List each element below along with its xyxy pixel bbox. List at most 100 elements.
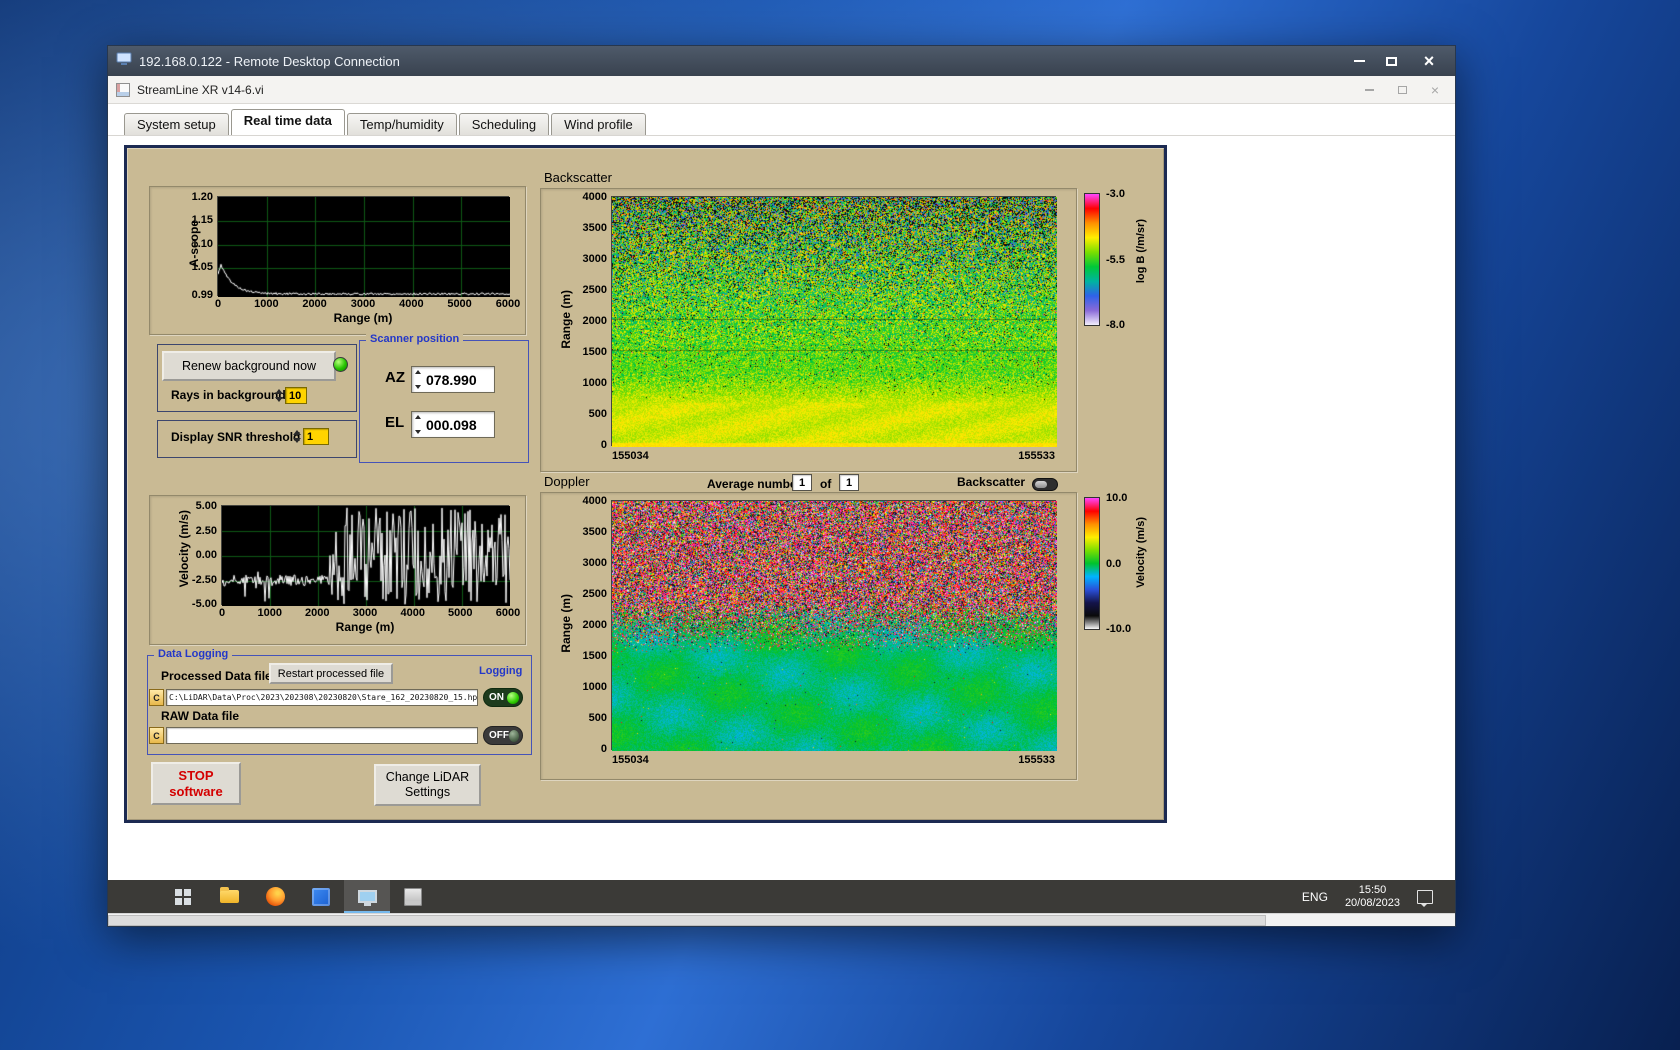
doppler-y-axis-label: Range (m) — [559, 594, 573, 653]
change-lidar-settings-button[interactable]: Change LiDAR Settings — [374, 764, 481, 806]
average-of-field[interactable]: 1 — [839, 474, 859, 491]
taskbar-firefox[interactable] — [252, 880, 298, 913]
tab-real-time-data[interactable]: Real time data — [230, 109, 345, 135]
taskbar-scan-app[interactable] — [390, 880, 436, 913]
el-value-field[interactable]: 000.098 — [411, 411, 495, 438]
rdp-window: 192.168.0.122 - Remote Desktop Connectio… — [107, 45, 1456, 927]
clock-time: 15:50 — [1358, 883, 1387, 896]
rdp-titlebar[interactable]: 192.168.0.122 - Remote Desktop Connectio… — [108, 46, 1455, 76]
spin-down-icon[interactable] — [275, 397, 283, 402]
app-restore-button[interactable] — [1397, 86, 1407, 94]
off-label: OFF — [489, 730, 509, 741]
minimize-icon — [1364, 89, 1374, 91]
blue-app-icon — [312, 887, 330, 906]
az-value: 078.990 — [426, 371, 477, 388]
change-line2: Settings — [404, 785, 451, 799]
spin-up-icon[interactable] — [415, 415, 421, 419]
raw-logging-toggle[interactable]: OFF — [483, 726, 523, 745]
rdp-icon — [116, 52, 132, 71]
notification-center-icon[interactable] — [1417, 889, 1433, 907]
app-titlebar[interactable]: StreamLine XR v14-6.vi × — [108, 76, 1455, 104]
processed-path-field[interactable]: C:\LiDAR\Data\Proc\2023\202308\20230820\… — [166, 689, 478, 706]
spin-down-icon[interactable] — [293, 438, 301, 443]
raw-data-file-label: RAW Data file — [161, 709, 240, 723]
rdp-maximize-button[interactable] — [1375, 46, 1407, 76]
app-minimize-button[interactable] — [1364, 89, 1374, 91]
spin-up-icon[interactable] — [293, 430, 301, 435]
rdp-minimize-button[interactable] — [1343, 46, 1375, 76]
snr-value-field[interactable]: 1 — [303, 428, 329, 445]
ascope-plot: 1.20 1.15 1.10 1.05 0.99 0 1000 2000 3000 4000 50… — [192, 191, 521, 310]
processed-drive-badge[interactable]: C — [149, 689, 164, 706]
on-label: ON — [489, 692, 504, 703]
processed-logging-toggle[interactable]: ON — [483, 688, 523, 707]
scrollbar-thumb[interactable] — [108, 915, 1267, 926]
ascope-y-axis-label: A-scope — [187, 220, 201, 268]
az-label: AZ — [385, 369, 405, 386]
doppler-title: Doppler — [544, 474, 590, 489]
tab-scheduling[interactable]: Scheduling — [458, 113, 550, 135]
app-title: StreamLine XR v14-6.vi — [137, 82, 264, 97]
backscatter-toggle-switch[interactable] — [1032, 478, 1058, 491]
scanner-position-group: Scanner position — [359, 333, 529, 463]
doppler-colorbar: 10.0 0.0 -10.0 — [1084, 492, 1131, 635]
folder-icon — [219, 887, 239, 903]
tab-wind-profile[interactable]: Wind profile — [551, 113, 646, 135]
tab-temp-humidity[interactable]: Temp/humidity — [346, 113, 457, 135]
app-close-button[interactable]: × — [1431, 83, 1439, 97]
firefox-icon — [265, 887, 285, 906]
rdp-close-button[interactable]: × — [1407, 46, 1451, 76]
of-label: of — [820, 477, 832, 491]
tab-system-setup[interactable]: System setup — [124, 113, 229, 135]
az-spinner[interactable] — [413, 368, 423, 391]
backscatter-title: Backscatter — [544, 170, 612, 185]
stop-software-button[interactable]: STOP software — [151, 762, 241, 805]
velocity-x-axis-label: Range (m) — [335, 620, 395, 634]
el-value: 000.098 — [426, 416, 477, 433]
average-number-label: Average number — [707, 477, 802, 491]
processed-data-file-label: Processed Data file — [161, 669, 272, 683]
taskbar-app-blue[interactable] — [298, 880, 344, 913]
stop-line2: software — [169, 783, 223, 799]
background-led-indicator — [333, 357, 348, 372]
led-off-icon — [509, 729, 519, 742]
monitor-icon — [357, 890, 377, 906]
taskbar-clock[interactable]: 15:50 20/08/2023 — [1345, 884, 1400, 910]
change-line1: Change LiDAR — [385, 770, 470, 784]
scan-app-icon — [404, 887, 422, 906]
doppler-heatmap: 4000 3500 3000 2500 2000 1500 1000 500 0 155034 … — [583, 495, 1057, 766]
taskbar-streamline-app[interactable] — [344, 880, 390, 913]
horizontal-scrollbar[interactable] — [108, 913, 1455, 926]
el-spinner[interactable] — [413, 413, 423, 436]
scanner-position-title: Scanner position — [366, 333, 464, 345]
rays-value-field[interactable]: 10 — [285, 387, 307, 404]
az-value-field[interactable]: 078.990 — [411, 366, 495, 393]
spin-up-icon[interactable] — [275, 389, 283, 394]
taskbar-file-explorer[interactable] — [206, 880, 252, 913]
spin-down-icon[interactable] — [415, 430, 421, 434]
tab-divider — [108, 135, 1455, 136]
language-indicator[interactable]: ENG — [1302, 890, 1328, 904]
raw-path-field[interactable] — [166, 727, 478, 744]
restore-icon — [1397, 86, 1407, 94]
restart-processed-file-button[interactable]: Restart processed file — [269, 663, 393, 684]
start-button[interactable] — [160, 880, 206, 913]
snr-spinner[interactable] — [292, 428, 302, 445]
average-number-field[interactable]: 1 — [792, 474, 812, 491]
raw-drive-badge[interactable]: C — [149, 727, 164, 744]
led-on-icon — [507, 691, 519, 704]
doppler-colorbar-label: Velocity (m/s) — [1135, 517, 1147, 588]
renew-background-button[interactable]: Renew background now — [162, 351, 336, 381]
remote-desktop: StreamLine XR v14-6.vi × System setup Re… — [108, 76, 1455, 926]
spin-up-icon[interactable] — [415, 370, 421, 374]
spin-down-icon[interactable] — [415, 385, 421, 389]
backscatter-heatmap: 4000 3500 3000 2500 2000 1500 1000 500 0 155034 … — [583, 191, 1057, 462]
rays-in-background-label: Rays in background — [171, 388, 286, 402]
backscatter-y-axis-label: Range (m) — [559, 290, 573, 349]
labview-app-icon — [116, 82, 130, 97]
rays-spinner[interactable] — [274, 387, 284, 404]
stop-line1: STOP — [178, 767, 214, 783]
snr-threshold-label: Display SNR threshold — [171, 430, 301, 444]
el-label: EL — [385, 414, 405, 431]
velocity-plot: 5.00 2.50 0.00 -2.50 -5.00 0 1000 2000 3000 4000… — [192, 500, 520, 619]
